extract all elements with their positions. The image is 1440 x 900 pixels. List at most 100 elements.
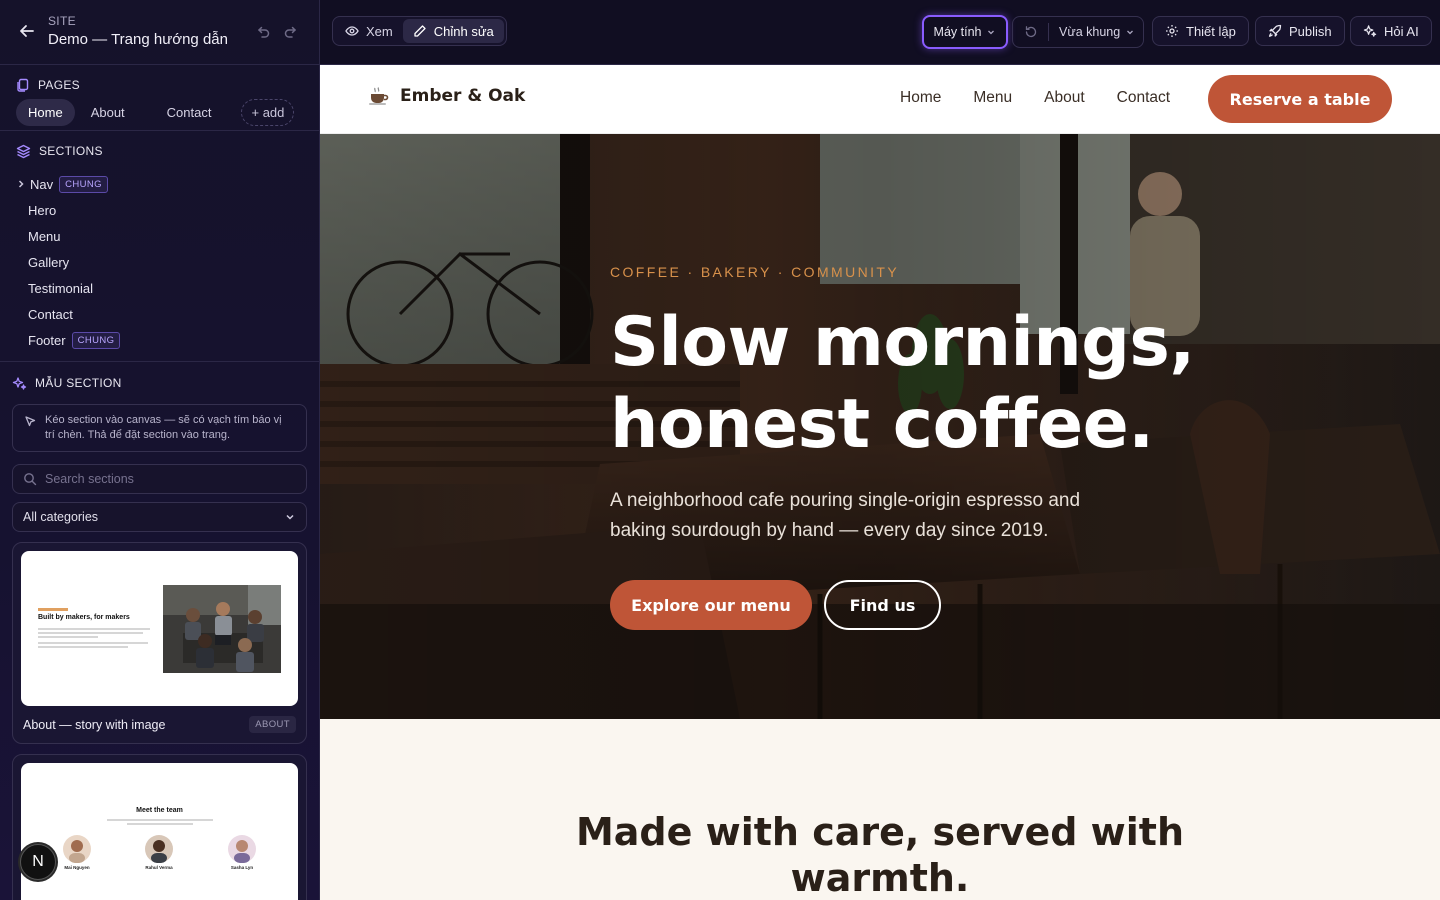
hero-headline: Slow mornings, honest coffee. [610,302,1195,466]
search-placeholder: Search sections [45,472,134,486]
add-page-button[interactable]: + add [241,98,295,126]
section-search-field[interactable]: Search sections [12,464,307,494]
site-header: SITE Demo — Trang hướng dẫn [0,0,319,65]
preview-line [107,819,213,821]
ask-ai-label: Hỏi AI [1384,23,1419,39]
hero-eyebrow: COFFEE · BAKERY · COMMUNITY [610,264,900,280]
drag-hint-text: Kéo section vào canvas — sẽ có vạch tím … [45,414,282,441]
page-tab-about[interactable]: About [79,99,137,126]
preview-line [38,642,148,644]
pages-panel: PAGES Home About Contact + add [0,65,319,131]
brand-name: Ember & Oak [400,86,526,106]
hero-section[interactable]: COFFEE · BAKERY · COMMUNITY Slow morning… [320,134,1440,719]
section-item-gallery[interactable]: Gallery [16,249,319,275]
settings-button[interactable]: Thiết lập [1152,16,1249,46]
section-item-menu[interactable]: Menu [16,223,319,249]
templates-heading: MẪU SECTION [12,362,307,404]
section-item-footer[interactable]: Footer CHUNG [16,327,319,353]
templates-heading-label: MẪU SECTION [35,376,122,390]
settings-label: Thiết lập [1186,23,1236,39]
publish-button[interactable]: Publish [1255,16,1345,46]
layers-icon [16,144,31,159]
sections-heading-label: SECTIONS [39,144,103,158]
rocket-icon [1268,24,1282,37]
preview-line [38,628,150,630]
search-icon [24,473,37,486]
pencil-icon [414,25,426,37]
pages-heading: PAGES [0,65,319,97]
section-label: Footer [28,332,66,348]
section-item-hero[interactable]: Hero [16,197,319,223]
template-card-team[interactable]: Meet the team Mai Nguyen Rahul Verma Sas… [12,754,307,900]
page-tab-home[interactable]: Home [16,98,75,126]
device-select[interactable]: Máy tính [922,15,1008,49]
section-label: Nav [30,176,54,192]
template-tag: ABOUT [249,716,296,733]
section-list: Nav CHUNG Hero Menu Gallery Testimonial … [0,171,319,353]
coffee-cup-icon [368,86,390,106]
drag-hint: Kéo section vào canvas — sẽ có vạch tím … [12,404,307,452]
preview-line [38,636,98,638]
fit-select[interactable]: Vừa khung [1049,25,1135,39]
preview-line [38,632,143,634]
avatar [228,835,256,863]
category-value: All categories [23,510,99,524]
template-panel: MẪU SECTION Kéo section vào canvas — sẽ … [0,362,319,900]
section-item-nav[interactable]: Nav CHUNG [16,171,319,197]
hero-headline-line-2: honest coffee. [610,385,1154,464]
preview-nav[interactable]: Ember & Oak Home Menu About Contact Rese… [320,65,1440,134]
template-title: About — story with image [23,717,166,732]
publish-label: Publish [1289,23,1332,39]
preview-heading: Meet the team [136,807,183,814]
nav-link-home[interactable]: Home [900,89,941,107]
avatar [145,835,173,863]
page-tab-contact[interactable]: Contact [155,99,224,126]
chevron-down-icon [284,511,296,523]
ask-ai-button[interactable]: Hỏi AI [1350,16,1432,46]
site-label: SITE [48,14,76,28]
nav-link-menu[interactable]: Menu [973,89,1012,107]
view-mode-label: Xem [366,23,393,39]
person-name: Mai Nguyen [64,865,90,870]
reset-zoom-icon[interactable] [1013,23,1049,41]
edit-mode-button[interactable]: Chỉnh sửa [402,19,504,43]
template-preview: Built by makers, for makers [21,551,298,706]
chevron-right-icon[interactable] [16,179,28,189]
story-section[interactable]: Made with care, served with warmth. [320,719,1440,900]
sparkles-icon [1363,25,1377,37]
device-label: Máy tính [933,25,982,39]
site-preview-canvas[interactable]: Ember & Oak Home Menu About Contact Rese… [320,65,1440,900]
template-card-about[interactable]: Built by makers, for makers About — stor… [12,542,307,744]
chevron-down-icon [1125,27,1135,37]
section-item-testimonial[interactable]: Testimonial [16,275,319,301]
eye-icon [345,26,359,36]
person-name: Rahul Verma [145,865,173,870]
pages-icon [16,78,30,92]
brand[interactable]: Ember & Oak [368,86,525,106]
undo-icon[interactable] [255,24,271,40]
view-mode-button[interactable]: Xem [335,19,403,43]
preview-line [127,823,193,825]
cursor-pointer-icon [25,416,36,427]
section-item-contact[interactable]: Contact [16,301,319,327]
shared-badge: CHUNG [59,175,108,193]
sparkles-icon [12,376,27,391]
preview-line [38,646,128,648]
explore-menu-button[interactable]: Explore our menu [610,580,812,630]
redo-icon[interactable] [283,24,299,40]
sections-panel: SECTIONS Nav CHUNG Hero Menu Gallery Tes… [0,131,319,362]
mode-toggle: Xem Chỉnh sửa [332,16,507,46]
avatar [63,835,91,863]
assistant-badge-button[interactable]: N [20,844,56,880]
reserve-table-button[interactable]: Reserve a table [1208,75,1392,123]
nav-link-about[interactable]: About [1044,89,1085,107]
category-select[interactable]: All categories [12,502,307,532]
edit-mode-label: Chỉnh sửa [433,23,494,39]
back-arrow-icon[interactable] [18,22,36,40]
hero-headline-line-1: Slow mornings, [610,303,1195,382]
fit-label: Vừa khung [1059,25,1121,39]
pages-heading-label: PAGES [38,78,80,92]
story-heading: Made with care, served with warmth. [575,810,1185,900]
find-us-button[interactable]: Find us [824,580,941,630]
nav-link-contact[interactable]: Contact [1117,89,1170,107]
